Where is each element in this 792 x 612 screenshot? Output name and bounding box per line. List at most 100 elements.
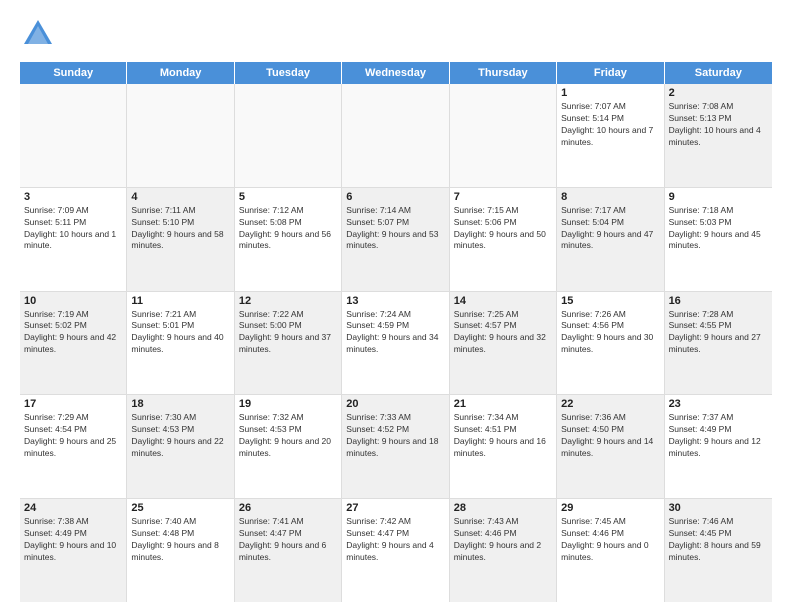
day-info: Sunrise: 7:37 AM Sunset: 4:49 PM Dayligh… [669,412,768,460]
day-number: 12 [239,295,337,307]
day-number: 11 [131,295,229,307]
day-cell-16: 16 Sunrise: 7:28 AM Sunset: 4:55 PM Dayli… [665,292,772,395]
day-cell-3: 3 Sunrise: 7:09 AM Sunset: 5:11 PM Daylig… [20,188,127,291]
day-cell-24: 24 Sunrise: 7:38 AM Sunset: 4:49 PM Dayli… [20,499,127,602]
day-cell-8: 8Sunrise: 7:17 AM Sunset: 5:04 PM Daylig… [557,188,664,291]
calendar-row-1: 3 Sunrise: 7:09 AM Sunset: 5:11 PM Daylig… [20,188,772,292]
header-day-wednesday: Wednesday [342,62,449,84]
day-cell-26: 26Sunrise: 7:41 AM Sunset: 4:47 PM Dayli… [235,499,342,602]
header-day-saturday: Saturday [665,62,772,84]
day-info: Sunrise: 7:32 AM Sunset: 4:53 PM Dayligh… [239,412,337,460]
day-cell-6: 6Sunrise: 7:14 AM Sunset: 5:07 PM Daylig… [342,188,449,291]
day-cell-20: 20 Sunrise: 7:33 AM Sunset: 4:52 PM Dayli… [342,395,449,498]
day-cell-1: 1 Sunrise: 7:07 AM Sunset: 5:14 PM Daylig… [557,84,664,187]
header [20,16,772,52]
day-number: 1 [561,87,659,99]
day-cell-25: 25Sunrise: 7:40 AM Sunset: 4:48 PM Dayli… [127,499,234,602]
day-info: Sunrise: 7:08 AM Sunset: 5:13 PM Dayligh… [669,101,768,149]
empty-cell-0-2 [235,84,342,187]
day-cell-15: 15 Sunrise: 7:26 AM Sunset: 4:56 PM Dayli… [557,292,664,395]
day-number: 28 [454,502,552,514]
day-number: 10 [24,295,122,307]
day-number: 6 [346,191,444,203]
header-day-friday: Friday [557,62,664,84]
day-number: 15 [561,295,659,307]
day-number: 19 [239,398,337,410]
day-info: Sunrise: 7:42 AM Sunset: 4:47 PM Dayligh… [346,516,444,564]
logo-icon [20,16,56,52]
day-number: 30 [669,502,768,514]
day-info: Sunrise: 7:46 AM Sunset: 4:45 PM Dayligh… [669,516,768,564]
day-info: Sunrise: 7:41 AM Sunset: 4:47 PM Dayligh… [239,516,337,564]
day-cell-5: 5 Sunrise: 7:12 AM Sunset: 5:08 PM Daylig… [235,188,342,291]
day-number: 29 [561,502,659,514]
page: SundayMondayTuesdayWednesdayThursdayFrid… [0,0,792,612]
day-cell-2: 2 Sunrise: 7:08 AM Sunset: 5:13 PM Daylig… [665,84,772,187]
day-info: Sunrise: 7:18 AM Sunset: 5:03 PM Dayligh… [669,205,768,253]
day-info: Sunrise: 7:43 AM Sunset: 4:46 PM Dayligh… [454,516,552,564]
day-info: Sunrise: 7:09 AM Sunset: 5:11 PM Dayligh… [24,205,122,253]
calendar-row-0: 1 Sunrise: 7:07 AM Sunset: 5:14 PM Daylig… [20,84,772,188]
calendar-header: SundayMondayTuesdayWednesdayThursdayFrid… [20,62,772,84]
empty-cell-0-1 [127,84,234,187]
day-info: Sunrise: 7:45 AM Sunset: 4:46 PM Dayligh… [561,516,659,564]
day-number: 13 [346,295,444,307]
day-number: 14 [454,295,552,307]
calendar-body: 1 Sunrise: 7:07 AM Sunset: 5:14 PM Daylig… [20,84,772,602]
day-number: 17 [24,398,122,410]
day-cell-13: 13 Sunrise: 7:24 AM Sunset: 4:59 PM Dayli… [342,292,449,395]
header-day-thursday: Thursday [450,62,557,84]
day-info: Sunrise: 7:28 AM Sunset: 4:55 PM Dayligh… [669,309,768,357]
calendar-row-4: 24 Sunrise: 7:38 AM Sunset: 4:49 PM Dayli… [20,499,772,602]
day-cell-12: 12 Sunrise: 7:22 AM Sunset: 5:00 PM Dayli… [235,292,342,395]
day-number: 21 [454,398,552,410]
empty-cell-0-0 [20,84,127,187]
empty-cell-0-3 [342,84,449,187]
calendar-row-2: 10Sunrise: 7:19 AM Sunset: 5:02 PM Dayli… [20,292,772,396]
day-info: Sunrise: 7:36 AM Sunset: 4:50 PM Dayligh… [561,412,659,460]
day-number: 20 [346,398,444,410]
day-info: Sunrise: 7:11 AM Sunset: 5:10 PM Dayligh… [131,205,229,253]
day-number: 3 [24,191,122,203]
day-cell-29: 29 Sunrise: 7:45 AM Sunset: 4:46 PM Dayli… [557,499,664,602]
logo [20,16,60,52]
day-cell-27: 27 Sunrise: 7:42 AM Sunset: 4:47 PM Dayli… [342,499,449,602]
day-info: Sunrise: 7:07 AM Sunset: 5:14 PM Dayligh… [561,101,659,149]
day-cell-4: 4 Sunrise: 7:11 AM Sunset: 5:10 PM Daylig… [127,188,234,291]
day-cell-14: 14 Sunrise: 7:25 AM Sunset: 4:57 PM Dayli… [450,292,557,395]
day-number: 27 [346,502,444,514]
day-cell-11: 11Sunrise: 7:21 AM Sunset: 5:01 PM Dayli… [127,292,234,395]
day-number: 25 [131,502,229,514]
day-number: 2 [669,87,768,99]
header-day-tuesday: Tuesday [235,62,342,84]
day-cell-30: 30 Sunrise: 7:46 AM Sunset: 4:45 PM Dayli… [665,499,772,602]
day-number: 7 [454,191,552,203]
day-number: 8 [561,191,659,203]
day-cell-9: 9 Sunrise: 7:18 AM Sunset: 5:03 PM Daylig… [665,188,772,291]
day-info: Sunrise: 7:38 AM Sunset: 4:49 PM Dayligh… [24,516,122,564]
day-cell-7: 7 Sunrise: 7:15 AM Sunset: 5:06 PM Daylig… [450,188,557,291]
day-info: Sunrise: 7:26 AM Sunset: 4:56 PM Dayligh… [561,309,659,357]
day-cell-17: 17 Sunrise: 7:29 AM Sunset: 4:54 PM Dayli… [20,395,127,498]
calendar: SundayMondayTuesdayWednesdayThursdayFrid… [20,62,772,602]
day-info: Sunrise: 7:24 AM Sunset: 4:59 PM Dayligh… [346,309,444,357]
day-cell-22: 22 Sunrise: 7:36 AM Sunset: 4:50 PM Dayli… [557,395,664,498]
day-cell-28: 28 Sunrise: 7:43 AM Sunset: 4:46 PM Dayli… [450,499,557,602]
day-number: 18 [131,398,229,410]
empty-cell-0-4 [450,84,557,187]
day-number: 5 [239,191,337,203]
day-cell-19: 19 Sunrise: 7:32 AM Sunset: 4:53 PM Dayli… [235,395,342,498]
day-number: 9 [669,191,768,203]
day-number: 22 [561,398,659,410]
day-number: 16 [669,295,768,307]
day-info: Sunrise: 7:25 AM Sunset: 4:57 PM Dayligh… [454,309,552,357]
day-info: Sunrise: 7:22 AM Sunset: 5:00 PM Dayligh… [239,309,337,357]
day-cell-21: 21Sunrise: 7:34 AM Sunset: 4:51 PM Dayli… [450,395,557,498]
day-number: 24 [24,502,122,514]
day-number: 4 [131,191,229,203]
day-info: Sunrise: 7:12 AM Sunset: 5:08 PM Dayligh… [239,205,337,253]
day-info: Sunrise: 7:29 AM Sunset: 4:54 PM Dayligh… [24,412,122,460]
day-info: Sunrise: 7:15 AM Sunset: 5:06 PM Dayligh… [454,205,552,253]
day-info: Sunrise: 7:33 AM Sunset: 4:52 PM Dayligh… [346,412,444,460]
header-day-sunday: Sunday [20,62,127,84]
